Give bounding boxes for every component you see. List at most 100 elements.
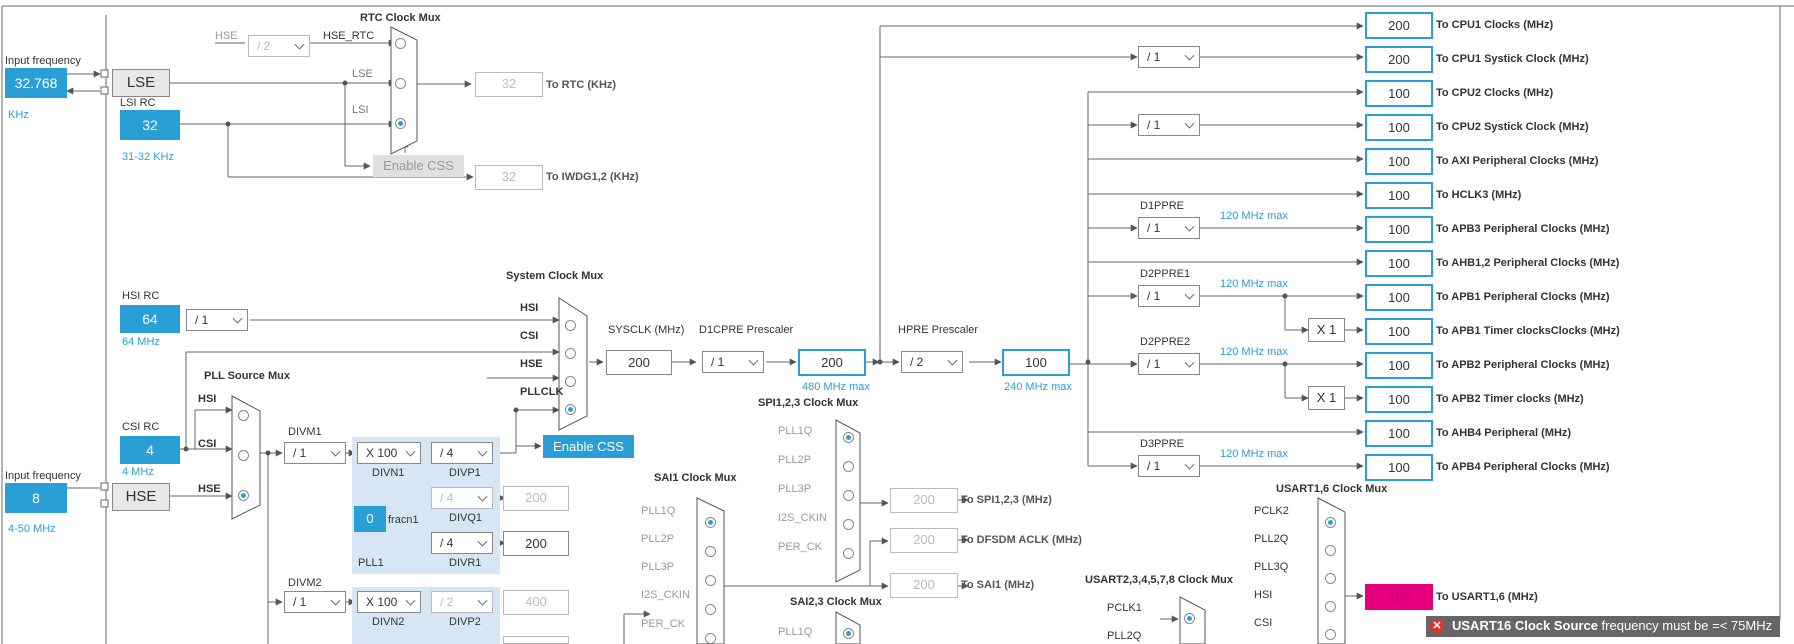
sai1-output-label: To SAI1 (MHz) [961, 579, 1035, 591]
spi-radio-i2s-ckin[interactable] [843, 519, 854, 530]
d1ppre-divider[interactable]: / 1 [1138, 217, 1200, 239]
divn2-select[interactable]: X 100 [357, 591, 421, 613]
hpre-value[interactable]: 100 [1002, 349, 1070, 376]
d2ppre2-label: D2PPRE2 [1140, 336, 1191, 348]
output-value-10[interactable]: 100 [1365, 352, 1433, 379]
divq1-value[interactable]: 200 [503, 486, 569, 511]
spi-radio-per-ck[interactable] [843, 548, 854, 559]
rtc-mux-radio-hse[interactable] [395, 38, 406, 49]
sai1-radio-per-ck[interactable] [705, 633, 716, 644]
output-label-10: To APB2 Peripheral Clocks (MHz) [1436, 359, 1610, 371]
output-label-12: To AHB4 Peripheral (MHz) [1436, 427, 1572, 439]
divp2-select[interactable]: / 2 [431, 591, 493, 613]
output-value-2[interactable]: 100 [1365, 80, 1433, 107]
output-value-4[interactable]: 100 [1365, 148, 1433, 175]
lsi-rc-caption: LSI RC [120, 97, 156, 109]
sai1-radio-pll3p[interactable] [705, 575, 716, 586]
divn1-label: DIVN1 [372, 467, 405, 479]
spi-radio-pll2p[interactable] [843, 461, 854, 472]
lse-input-frequency[interactable]: 32.768 [5, 68, 67, 98]
usart16-clock-alert: ✕ USART16 Clock Source frequency must be … [1426, 616, 1780, 637]
sai1-input-i2s-ckin: I2S_CKIN [641, 589, 690, 601]
dfsdm-output-value[interactable]: 200 [890, 528, 958, 553]
hsi-rc-value[interactable]: 64 [120, 305, 180, 333]
divr1-select[interactable]: / 4 [431, 532, 493, 554]
apb2-timer-multiplier[interactable]: X 1 [1308, 386, 1345, 410]
divp1-select[interactable]: / 4 [431, 442, 493, 464]
sai23-radio-pll1q[interactable] [843, 628, 854, 639]
divq1-select[interactable]: / 4 [431, 487, 493, 509]
rtc-mux-radio-lse[interactable] [395, 78, 406, 89]
usart2-mux-title: USART2,3,4,5,7,8 Clock Mux [1085, 574, 1233, 586]
iwdg-output-value[interactable]: 32 [475, 165, 543, 190]
d2ppre2-divider[interactable]: / 1 [1138, 353, 1200, 375]
alert-text: frequency must be =< 75MHz [1597, 618, 1773, 633]
divm1-select[interactable]: / 1 [284, 442, 346, 464]
divq2-value-partial[interactable] [503, 636, 569, 644]
divn1-select[interactable]: X 100 [357, 442, 421, 464]
hpre-divider[interactable]: / 2 [901, 351, 963, 373]
sysmux-radio-hse[interactable] [565, 376, 576, 387]
rtc-enable-css-button[interactable]: Enable CSS [373, 155, 464, 177]
usart16-radio-hsi[interactable] [1325, 601, 1336, 612]
pllsrc-radio-csi[interactable] [238, 450, 249, 461]
output-value-6[interactable]: 100 [1365, 216, 1433, 243]
output-value-1[interactable]: 200 [1365, 46, 1433, 73]
pllsrc-radio-hse[interactable] [238, 490, 249, 501]
usart2-radio-pclk1[interactable] [1184, 613, 1195, 624]
sai1-radio-pll1q[interactable] [705, 517, 716, 528]
sai1-output-value[interactable]: 200 [890, 573, 958, 598]
sysmux-radio-pllclk[interactable] [565, 404, 576, 415]
usart16-radio-pclk2[interactable] [1325, 517, 1336, 528]
spi-radio-pll3p[interactable] [843, 490, 854, 501]
output-label-1: To CPU1 Systick Clock (MHz) [1436, 53, 1589, 65]
fracn1-value[interactable]: 0 [354, 506, 386, 532]
output-value-3[interactable]: 100 [1365, 114, 1433, 141]
divp2-value[interactable]: 400 [503, 590, 569, 615]
usart16-output-value[interactable]: 100 [1365, 584, 1433, 610]
output-value-13[interactable]: 100 [1365, 454, 1433, 481]
cpu2-systick-divider[interactable]: / 1 [1138, 114, 1200, 136]
usart16-radio-csi[interactable] [1325, 629, 1336, 640]
hse-input-frequency[interactable]: 8 [5, 483, 67, 513]
d1cpre-value[interactable]: 200 [798, 349, 866, 376]
usart2-input-pclk1: PCLK1 [1107, 602, 1142, 614]
output-value-12[interactable]: 100 [1365, 420, 1433, 447]
d3ppre-max: 120 MHz max [1220, 448, 1288, 460]
divm2-label: DIVM2 [288, 577, 322, 589]
rtc-mux-radio-lsi[interactable] [395, 118, 406, 129]
output-value-11[interactable]: 100 [1365, 386, 1433, 413]
output-value-5[interactable]: 100 [1365, 182, 1433, 209]
apb1-timer-multiplier[interactable]: X 1 [1308, 318, 1345, 342]
rtc-lsi-label: LSI [352, 104, 369, 116]
divp2-label: DIVP2 [449, 616, 481, 628]
lsi-rc-value[interactable]: 32 [120, 110, 180, 140]
spi-radio-pll1q[interactable] [843, 432, 854, 443]
sys-enable-css-button[interactable]: Enable CSS [543, 435, 634, 458]
hsi-divider[interactable]: / 1 [186, 309, 248, 331]
pllsrc-radio-hsi[interactable] [238, 410, 249, 421]
sysmux-radio-csi[interactable] [565, 348, 576, 359]
divr1-value[interactable]: 200 [503, 531, 569, 556]
sysclk-value[interactable]: 200 [606, 350, 672, 375]
usart2-input-pll2q: PLL2Q [1107, 630, 1142, 642]
spi-output-value[interactable]: 200 [890, 488, 958, 513]
sysmux-radio-hsi[interactable] [565, 320, 576, 331]
rtc-output-value[interactable]: 32 [475, 72, 543, 97]
cpu1-systick-divider[interactable]: / 1 [1138, 46, 1200, 68]
output-value-0[interactable]: 200 [1365, 12, 1433, 39]
d1cpre-divider[interactable]: / 1 [702, 351, 764, 373]
usart16-radio-pll2q[interactable] [1325, 545, 1336, 556]
usart16-radio-pll3q[interactable] [1325, 573, 1336, 584]
sai1-radio-pll2p[interactable] [705, 546, 716, 557]
output-value-8[interactable]: 100 [1365, 284, 1433, 311]
sai1-radio-i2s-ckin[interactable] [705, 604, 716, 615]
csi-rc-value[interactable]: 4 [120, 436, 180, 464]
spi-input-pll1q: PLL1Q [778, 425, 813, 437]
output-value-9[interactable]: 100 [1365, 318, 1433, 345]
output-value-7[interactable]: 100 [1365, 250, 1433, 277]
rtc-hse-divider[interactable]: / 2 [248, 35, 310, 57]
divm2-select[interactable]: / 1 [284, 591, 346, 613]
d2ppre1-divider[interactable]: / 1 [1138, 285, 1200, 307]
d3ppre-divider[interactable]: / 1 [1138, 455, 1200, 477]
